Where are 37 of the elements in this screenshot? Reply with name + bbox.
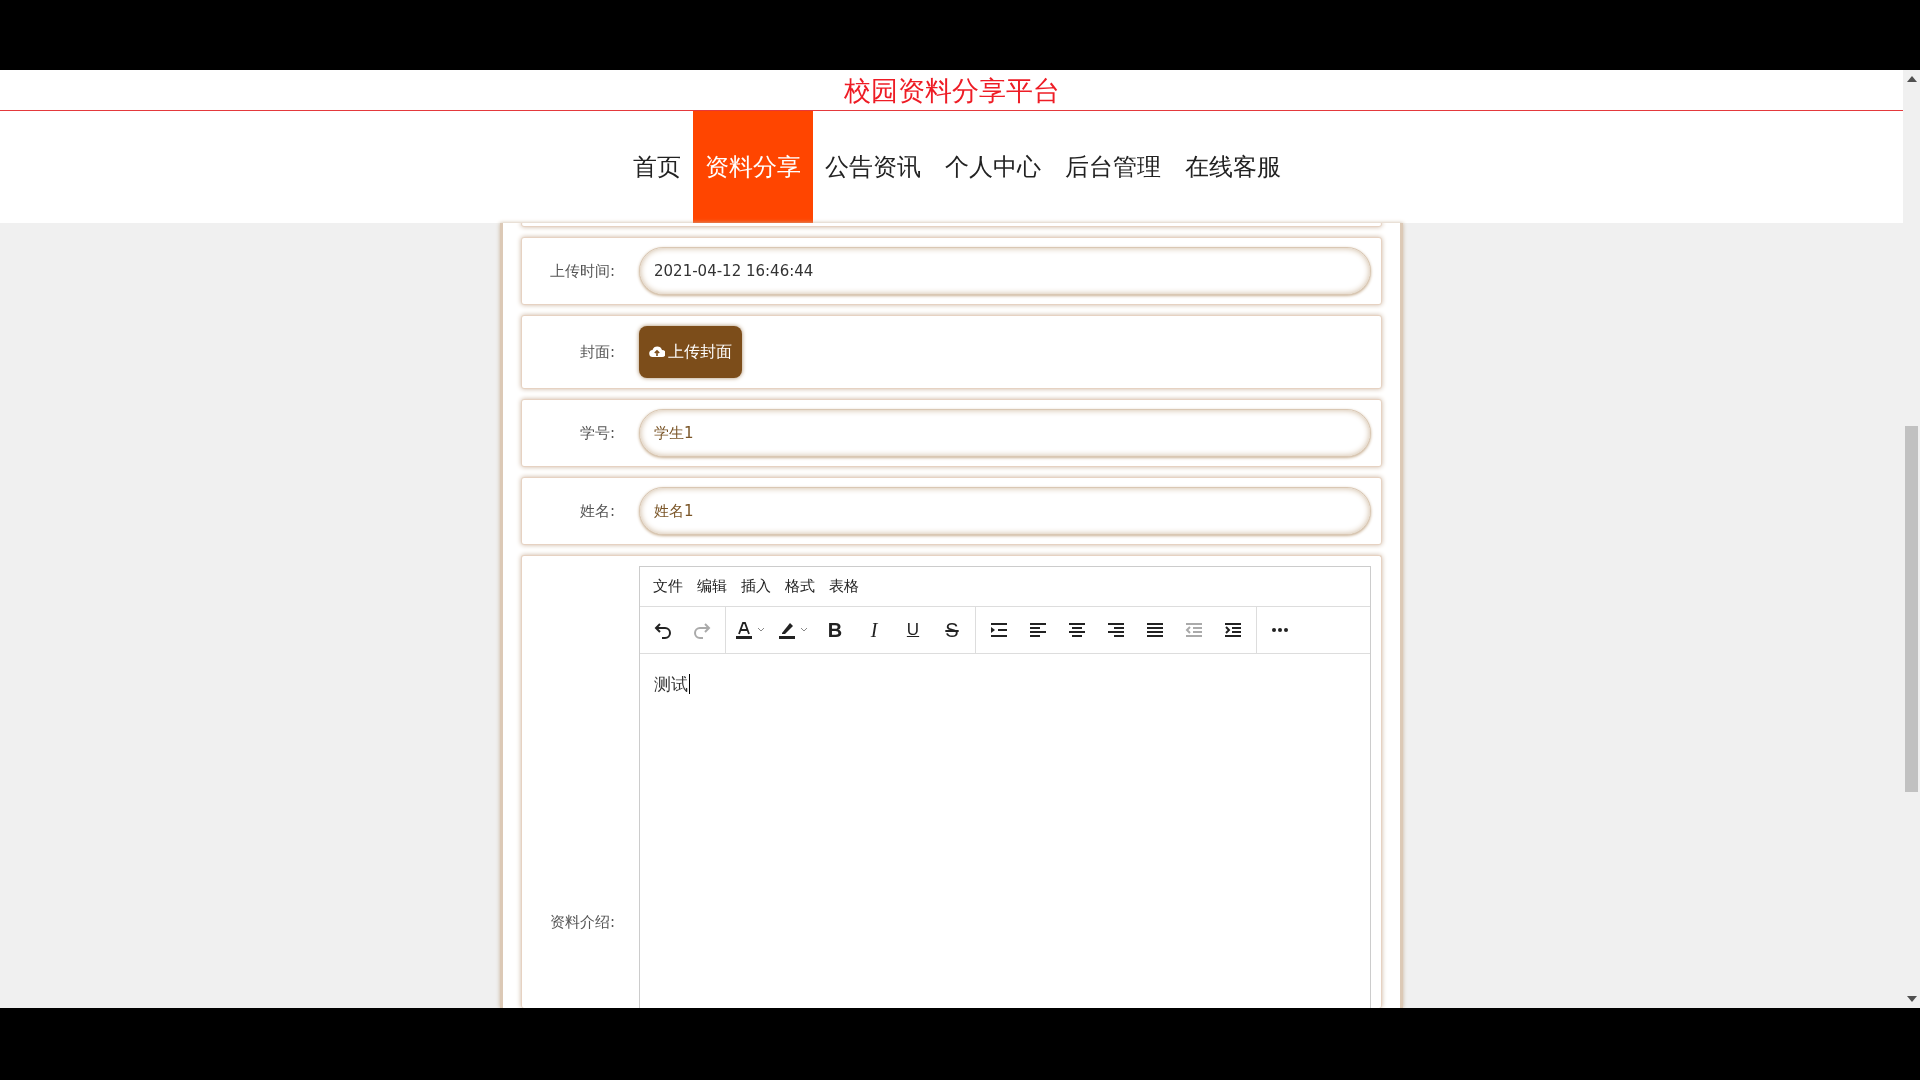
justify-icon [1145,620,1165,640]
line-height-icon [989,620,1009,640]
nav-tab[interactable]: 个人中心 [932,111,1053,223]
align-center-icon [1067,620,1087,640]
field-label: 资料介绍: [548,911,616,933]
bold-button[interactable]: B [816,613,854,647]
field-label: 上传时间: [548,260,616,282]
menu-item[interactable]: 格式 [778,575,822,598]
align-left-icon [1028,620,1048,640]
undo-icon [653,620,673,640]
italic-button[interactable]: I [855,613,893,647]
site-title: 校园资料分享平台 [843,76,1060,104]
menu-item[interactable]: 编辑 [690,575,734,598]
nav-tab[interactable]: 首页 [620,111,693,223]
strikethrough-button[interactable]: S [933,613,971,647]
more-icon [1272,628,1288,632]
nav-tab[interactable]: 后台管理 [1052,111,1173,223]
underline-button[interactable]: U [894,613,932,647]
field-label: 封面: [578,341,616,363]
input-field[interactable]: 2021-04-12 16:46:44 [639,247,1371,295]
editor-text: 测试 [654,674,688,694]
menu-item[interactable]: 插入 [734,575,778,598]
indent-icon [1223,620,1243,640]
input-field[interactable]: 学生1 [639,409,1371,457]
input-field[interactable]: 姓名1 [639,487,1371,535]
field-label: 姓名: [578,500,616,522]
field-label: 学号: [578,422,616,444]
outdent-icon [1184,620,1204,640]
nav-tab[interactable]: 在线客服 [1172,111,1293,223]
editor-content[interactable]: 测试 [640,654,1370,1008]
menu-item[interactable]: 表格 [822,575,866,598]
redo-icon [692,620,712,640]
upload-cover-button[interactable]: 上传封面 [639,326,742,378]
align-right-icon [1106,620,1126,640]
nav-tab[interactable]: 公告资讯 [812,111,933,223]
menu-item[interactable]: 文件 [646,575,690,598]
cloud-upload-icon [649,345,665,359]
